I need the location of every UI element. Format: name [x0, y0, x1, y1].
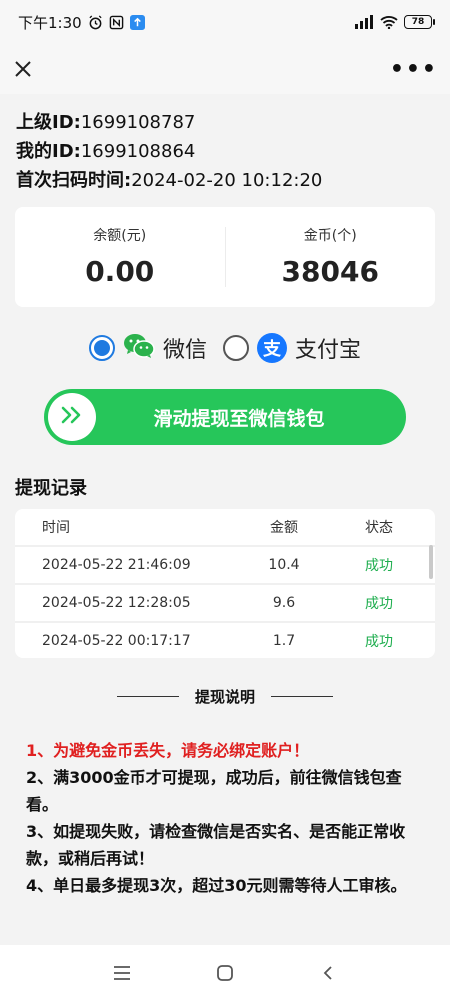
payment-option-wechat[interactable]: 微信 [88, 332, 207, 364]
row-amount: 9.6 [272, 595, 296, 611]
signal-icon [354, 15, 374, 29]
first-scan-label: 首次扫码时间: [16, 170, 132, 191]
wechat-label: 微信 [162, 338, 207, 363]
row-status: 成功 [365, 596, 393, 612]
home-icon[interactable] [205, 958, 245, 988]
divider-left [116, 696, 179, 697]
balance-column: 余额(元) 0.00 [15, 207, 225, 307]
balance-label: 余额(元) [93, 228, 147, 244]
slide-withdraw-button[interactable]: 滑动提现至微信钱包 [44, 389, 406, 445]
my-id-label: 我的ID: [16, 141, 81, 162]
header-status: 状态 [365, 520, 393, 536]
first-scan-line: 首次扫码时间:2024-02-20 10:12:20 [16, 166, 322, 195]
row-time: 2024-05-22 12:28:05 [42, 595, 191, 611]
top-navbar: ••• [0, 44, 450, 94]
first-scan-value: 2024-02-20 10:12:20 [131, 170, 323, 191]
my-id-value: 1699108864 [80, 141, 196, 162]
status-left: 下午1:30 [18, 12, 145, 33]
slide-handle[interactable] [48, 393, 96, 441]
row-amount: 1.7 [272, 633, 296, 649]
divider-right [271, 696, 333, 697]
wechat-icon [123, 332, 155, 364]
alipay-radio[interactable] [223, 335, 249, 361]
row-amount: 10.4 [268, 557, 300, 573]
status-right: 78 [354, 15, 435, 29]
status-bar: 下午1:30 78 [0, 0, 450, 44]
withdraw-rules: 1、为避免金币丢失，请务必绑定账户！ 2、满3000金币才可提现，成功后，前往微… [26, 737, 431, 899]
coins-value: 38046 [281, 255, 379, 288]
alipay-icon: 支 [257, 333, 287, 363]
records-table: 时间 金额 状态 2024-05-22 21:46:09 10.4 成功 202… [15, 509, 435, 658]
battery-indicator: 78 [404, 15, 435, 29]
table-row: 2024-05-22 12:28:05 9.6 成功 [15, 583, 435, 621]
rule-3: 3、如提现失败，请检查微信是否实名、是否能正常收款，或稍后再试！ [26, 822, 406, 868]
parent-id-label: 上级ID: [16, 112, 81, 133]
records-title: 提现记录 [15, 478, 87, 499]
coins-column: 金币(个) 38046 [226, 207, 436, 307]
parent-id-value: 1699108787 [80, 112, 196, 133]
table-row: 2024-05-22 00:17:17 1.7 成功 [15, 621, 435, 658]
rule-4: 4、单日最多提现3次，超过30元则需等待人工审核。 [26, 876, 407, 895]
alipay-label: 支付宝 [295, 338, 362, 363]
more-icon[interactable]: ••• [390, 57, 438, 82]
my-id-line: 我的ID:1699108864 [16, 137, 322, 166]
header-time: 时间 [42, 520, 70, 536]
records-scrollbar[interactable] [429, 545, 433, 579]
rule-1: 1、为避免金币丢失，请务必绑定账户！ [26, 741, 310, 760]
row-status: 成功 [365, 558, 393, 574]
table-row: 2024-05-22 21:46:09 10.4 成功 [15, 545, 435, 583]
records-header: 时间 金额 状态 [15, 509, 435, 545]
nfc-icon [109, 15, 124, 30]
account-info: 上级ID:1699108787 我的ID:1699108864 首次扫码时间:2… [16, 108, 322, 195]
status-time: 下午1:30 [18, 13, 82, 32]
coins-label: 金币(个) [303, 228, 357, 244]
slide-withdraw-label: 滑动提现至微信钱包 [153, 407, 325, 430]
system-nav-bar [0, 945, 450, 1000]
rule-2: 2、满3000金币才可提现，成功后，前往微信钱包查看。 [26, 768, 402, 814]
back-icon[interactable] [308, 958, 348, 988]
row-time: 2024-05-22 00:17:17 [42, 633, 191, 649]
explain-title: 提现说明 [194, 688, 255, 706]
header-amount: 金额 [270, 520, 298, 536]
alarm-icon [88, 14, 103, 30]
payment-method-selector: 微信 支 支付宝 [0, 328, 450, 368]
menu-icon[interactable] [102, 958, 142, 988]
balance-card: 余额(元) 0.00 金币(个) 38046 [15, 207, 435, 307]
upload-app-icon [129, 14, 145, 30]
balance-value: 0.00 [85, 255, 155, 288]
close-icon[interactable] [12, 58, 34, 80]
wifi-icon [380, 15, 398, 29]
payment-option-alipay[interactable]: 支 支付宝 [223, 332, 361, 364]
double-chevron-right-icon [60, 405, 84, 429]
parent-id-line: 上级ID:1699108787 [16, 108, 322, 137]
wechat-radio[interactable] [88, 335, 115, 361]
row-status: 成功 [365, 634, 393, 650]
explain-heading: 提现说明 [0, 686, 450, 707]
row-time: 2024-05-22 21:46:09 [42, 557, 191, 573]
